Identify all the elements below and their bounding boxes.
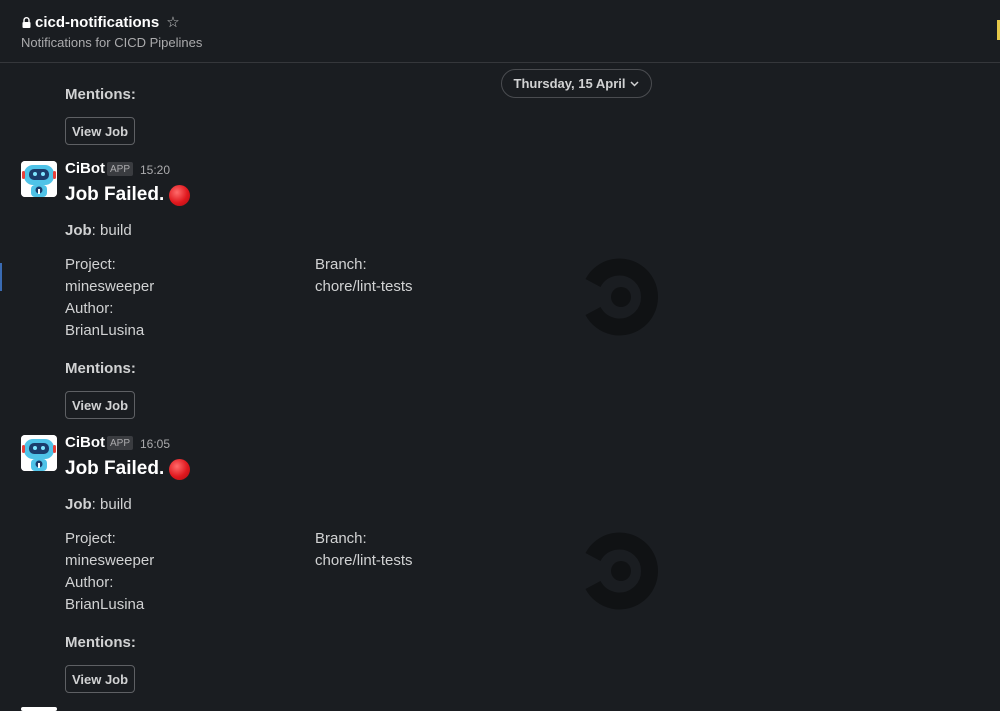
bot-name[interactable]: CiBot bbox=[65, 434, 105, 451]
project-value: minesweeper bbox=[65, 552, 155, 569]
red-circle-icon bbox=[169, 458, 191, 480]
bot-name[interactable]: CiBot bbox=[65, 160, 105, 177]
mentions-label: Mentions: bbox=[65, 360, 136, 377]
project-label: Project: bbox=[65, 530, 116, 547]
date-divider-label: Thursday, 15 April bbox=[513, 76, 626, 91]
job-status-title: Job Failed. bbox=[65, 458, 191, 480]
job-line: Job: build bbox=[65, 496, 132, 513]
job-value: : build bbox=[91, 222, 132, 239]
job-label: Job bbox=[65, 496, 92, 513]
mentions-label: Mentions: bbox=[65, 634, 136, 651]
job-value: : build bbox=[91, 496, 132, 513]
project-value: minesweeper bbox=[65, 278, 155, 295]
circleci-logo-icon bbox=[585, 532, 658, 610]
author-label: Author: bbox=[65, 574, 114, 591]
job-status-text: Job Failed. bbox=[65, 184, 165, 205]
circleci-logo-icon bbox=[585, 258, 658, 336]
branch-value: chore/lint-tests bbox=[315, 552, 413, 569]
channel-name[interactable]: cicd-notifications bbox=[35, 14, 159, 31]
lock-icon bbox=[22, 17, 31, 28]
view-job-button[interactable]: View Job bbox=[65, 117, 135, 145]
message-timestamp[interactable]: 16:05 bbox=[140, 437, 170, 451]
message-timestamp[interactable]: 15:20 bbox=[140, 163, 170, 177]
channel-topic[interactable]: Notifications for CICD Pipelines bbox=[21, 35, 202, 50]
mentions-label: Mentions: bbox=[65, 86, 136, 103]
project-label: Project: bbox=[65, 256, 116, 273]
author-value: BrianLusina bbox=[65, 322, 145, 339]
scroll-marker bbox=[0, 263, 2, 291]
avatar[interactable] bbox=[21, 707, 57, 711]
view-job-button[interactable]: View Job bbox=[65, 665, 135, 693]
date-divider-button[interactable]: Thursday, 15 April bbox=[501, 69, 652, 98]
branch-label: Branch: bbox=[315, 256, 367, 273]
job-status-title: Job Failed. bbox=[65, 184, 191, 206]
app-badge: APP bbox=[107, 436, 133, 450]
app-badge: APP bbox=[107, 162, 133, 176]
author-value: BrianLusina bbox=[65, 596, 145, 613]
job-label: Job bbox=[65, 222, 92, 239]
chevron-down-icon bbox=[630, 80, 640, 87]
red-circle-icon bbox=[169, 184, 191, 206]
star-icon[interactable]: ☆ bbox=[166, 15, 179, 30]
view-job-button[interactable]: View Job bbox=[65, 391, 135, 419]
robot-icon bbox=[21, 435, 57, 471]
author-label: Author: bbox=[65, 300, 114, 317]
job-status-text: Job Failed. bbox=[65, 458, 165, 479]
channel-header: cicd-notifications ☆ Notifications for C… bbox=[0, 0, 1000, 63]
branch-value: chore/lint-tests bbox=[315, 278, 413, 295]
robot-icon bbox=[21, 161, 57, 197]
avatar[interactable] bbox=[21, 435, 57, 471]
branch-label: Branch: bbox=[315, 530, 367, 547]
job-line: Job: build bbox=[65, 222, 132, 239]
avatar[interactable] bbox=[21, 161, 57, 197]
channel-title-row[interactable]: cicd-notifications ☆ bbox=[22, 14, 180, 31]
